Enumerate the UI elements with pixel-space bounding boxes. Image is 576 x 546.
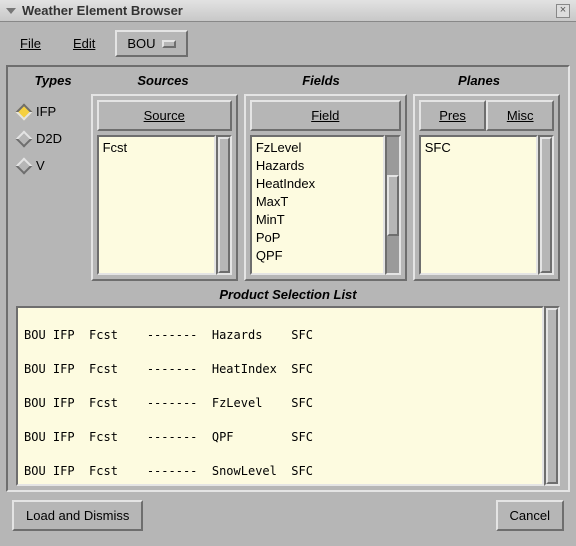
list-item[interactable]: Hazards bbox=[256, 157, 379, 175]
menu-edit[interactable]: Edit bbox=[61, 30, 107, 57]
planes-panel: Pres Misc SFC bbox=[413, 94, 560, 281]
list-item[interactable]: BOU IFP Fcst ------- HeatIndex SFC bbox=[24, 361, 536, 378]
list-item[interactable]: BOU IFP Fcst ------- FzLevel SFC bbox=[24, 395, 536, 412]
title-bar: Weather Element Browser × bbox=[0, 0, 576, 22]
cancel-button[interactable]: Cancel bbox=[496, 500, 564, 531]
menu-bar-icon bbox=[162, 40, 176, 48]
fields-list[interactable]: FzLevel Hazards HeatIndex MaxT MinT PoP … bbox=[250, 135, 385, 275]
diamond-icon bbox=[16, 103, 33, 120]
misc-button[interactable]: Misc bbox=[486, 100, 554, 131]
window-title: Weather Element Browser bbox=[22, 3, 183, 18]
menu-bar: File Edit BOU bbox=[6, 26, 570, 65]
list-item[interactable]: SFC bbox=[425, 139, 532, 157]
scrollbar[interactable] bbox=[538, 135, 554, 275]
menu-file[interactable]: File bbox=[8, 30, 53, 57]
type-label: IFP bbox=[36, 104, 56, 119]
header-planes: Planes bbox=[404, 73, 554, 88]
sources-list[interactable]: Fcst bbox=[97, 135, 216, 275]
planes-list[interactable]: SFC bbox=[419, 135, 538, 275]
types-column: IFP D2D V bbox=[16, 94, 85, 281]
field-button[interactable]: Field bbox=[250, 100, 401, 131]
load-and-dismiss-button[interactable]: Load and Dismiss bbox=[12, 500, 143, 531]
scrollbar-thumb[interactable] bbox=[546, 308, 558, 484]
type-label: D2D bbox=[36, 131, 62, 146]
header-types: Types bbox=[18, 73, 88, 88]
bottom-button-row: Load and Dismiss Cancel bbox=[6, 492, 570, 531]
type-radio-d2d[interactable]: D2D bbox=[16, 125, 85, 152]
source-button[interactable]: Source bbox=[97, 100, 232, 131]
scrollbar[interactable] bbox=[216, 135, 232, 275]
menu-site[interactable]: BOU bbox=[115, 30, 187, 57]
list-item[interactable]: BOU IFP Fcst ------- Hazards SFC bbox=[24, 327, 536, 344]
sources-panel: Source Fcst bbox=[91, 94, 238, 281]
diamond-icon bbox=[16, 157, 33, 174]
type-radio-v[interactable]: V bbox=[16, 152, 85, 179]
product-selection-list[interactable]: BOU IFP Fcst ------- Hazards SFC BOU IFP… bbox=[16, 306, 544, 486]
list-item[interactable]: MinT bbox=[256, 211, 379, 229]
header-sources: Sources bbox=[88, 73, 238, 88]
list-item[interactable]: FzLevel bbox=[256, 139, 379, 157]
scrollbar[interactable] bbox=[544, 306, 560, 486]
list-item[interactable]: MaxT bbox=[256, 193, 379, 211]
type-radio-ifp[interactable]: IFP bbox=[16, 98, 85, 125]
fields-panel: Field FzLevel Hazards HeatIndex MaxT Min… bbox=[244, 94, 407, 281]
scrollbar-thumb[interactable] bbox=[540, 137, 552, 273]
list-item[interactable]: BOU IFP Fcst ------- SnowLevel SFC bbox=[24, 463, 536, 480]
list-item[interactable]: BOU IFP Fcst ------- QPF SFC bbox=[24, 429, 536, 446]
product-selection-label: Product Selection List bbox=[12, 281, 564, 306]
header-fields: Fields bbox=[238, 73, 404, 88]
window-menu-icon[interactable] bbox=[6, 6, 16, 16]
list-item[interactable]: QPF bbox=[256, 247, 379, 265]
scrollbar-thumb[interactable] bbox=[218, 137, 230, 273]
diamond-icon bbox=[16, 130, 33, 147]
scrollbar-thumb[interactable] bbox=[387, 175, 399, 236]
list-item[interactable]: HeatIndex bbox=[256, 175, 379, 193]
list-item[interactable]: Fcst bbox=[103, 139, 210, 157]
main-frame: Types Sources Fields Planes IFP D2D V bbox=[6, 65, 570, 492]
type-label: V bbox=[36, 158, 45, 173]
close-icon[interactable]: × bbox=[556, 4, 570, 18]
scrollbar[interactable] bbox=[385, 135, 401, 275]
list-item[interactable]: PoP bbox=[256, 229, 379, 247]
column-headers: Types Sources Fields Planes bbox=[12, 71, 564, 94]
pres-button[interactable]: Pres bbox=[419, 100, 487, 131]
